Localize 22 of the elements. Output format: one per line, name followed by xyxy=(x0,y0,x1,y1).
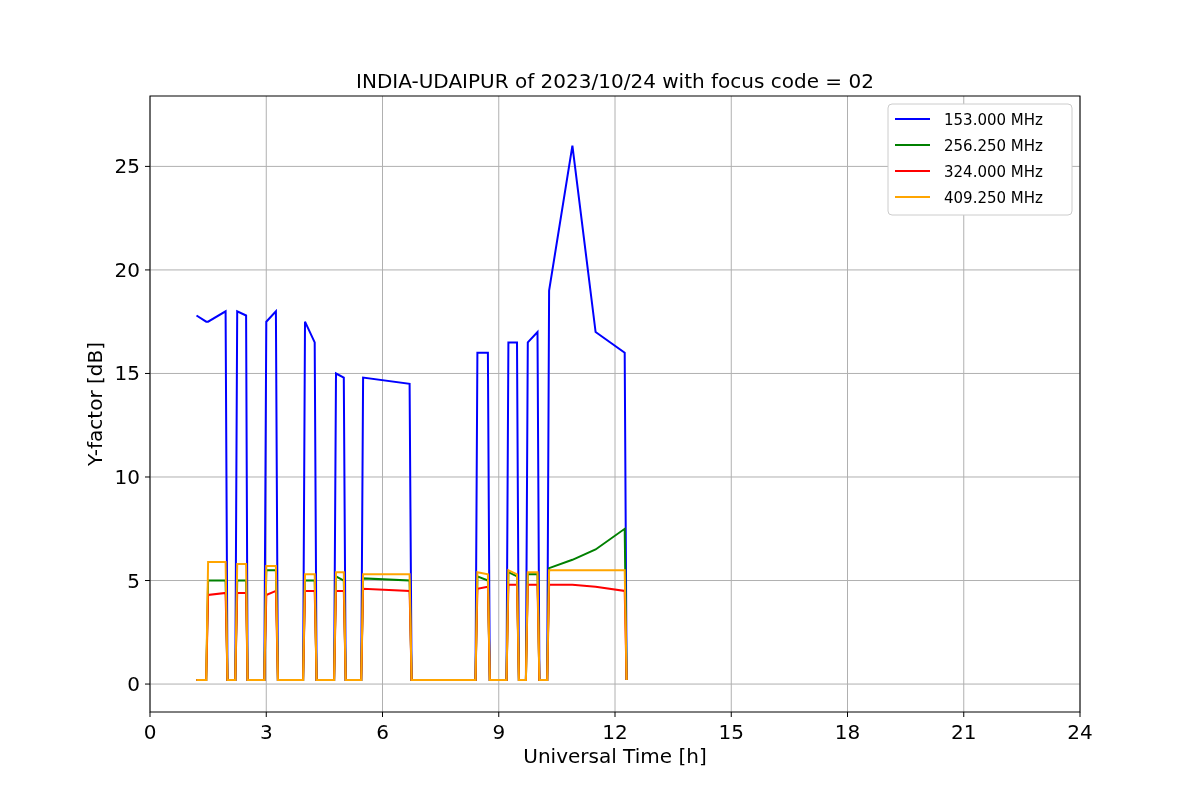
x-tick-label: 21 xyxy=(951,720,977,744)
legend-label: 153.000 MHz xyxy=(944,111,1043,129)
x-tick-label: 0 xyxy=(143,720,157,744)
legend-label: 324.000 MHz xyxy=(944,163,1043,181)
x-tick-label: 18 xyxy=(834,720,861,744)
x-tick-label: 12 xyxy=(602,720,628,744)
y-tick-label: 25 xyxy=(114,154,140,179)
x-tick-label: 6 xyxy=(376,720,389,744)
y-tick-label: 20 xyxy=(114,257,140,282)
y-axis-label: Y-factor [dB] xyxy=(83,342,107,466)
y-tick-label: 15 xyxy=(114,361,140,386)
chart-title: INDIA-UDAIPUR of 2023/10/24 with focus code = 02 xyxy=(356,69,874,93)
x-tick-label: 3 xyxy=(259,720,273,744)
legend-label: 409.250 MHz xyxy=(944,189,1043,207)
y-tick-label: 10 xyxy=(114,465,140,489)
x-axis-label: Universal Time [h] xyxy=(523,744,707,768)
x-tick-label: 24 xyxy=(1067,720,1093,744)
legend-label: 256.250 MHz xyxy=(944,137,1043,155)
y-tick-label: 5 xyxy=(127,568,140,593)
x-tick-label: 15 xyxy=(718,720,744,744)
x-tick-label: 9 xyxy=(492,720,506,744)
y-tick-label: 0 xyxy=(127,672,140,697)
